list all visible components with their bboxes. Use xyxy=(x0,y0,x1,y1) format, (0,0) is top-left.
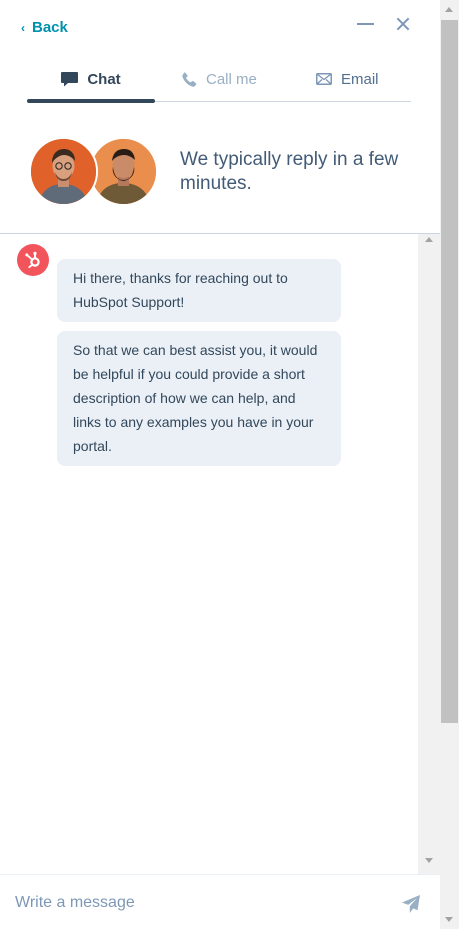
scrollbar-thumb[interactable] xyxy=(441,20,458,723)
agent-avatar xyxy=(29,137,98,206)
chevron-left-icon: ‹ xyxy=(21,20,25,35)
tab-email-label: Email xyxy=(341,70,379,88)
tab-bar: Chat Call me Email xyxy=(27,56,411,103)
tab-call-me-label: Call me xyxy=(206,70,257,88)
scroll-up-arrow-icon[interactable] xyxy=(425,237,433,242)
reply-time-text: We typically reply in a few minutes. xyxy=(180,149,399,194)
message-composer xyxy=(0,874,440,929)
tab-chat[interactable]: Chat xyxy=(27,56,155,102)
chat-bubble-icon xyxy=(61,71,79,87)
active-tab-indicator xyxy=(27,99,155,103)
send-icon[interactable] xyxy=(401,894,421,914)
back-button[interactable]: ‹ Back xyxy=(21,19,68,36)
message-bubble: Hi there, thanks for reaching out to Hub… xyxy=(57,259,341,322)
phone-icon xyxy=(182,71,197,87)
scroll-down-arrow-icon[interactable] xyxy=(445,917,453,922)
hubspot-logo-icon xyxy=(17,244,49,276)
chat-widget: ‹ Back Chat Call me Email We typically r… xyxy=(0,0,440,929)
back-label: Back xyxy=(32,19,68,36)
team-availability: We typically reply in a few minutes. xyxy=(29,137,429,207)
agent-avatar xyxy=(89,137,158,206)
page-scrollbar[interactable] xyxy=(440,0,459,929)
message-input[interactable] xyxy=(0,875,390,929)
message-scrollbar[interactable] xyxy=(418,234,440,874)
tab-call-me[interactable]: Call me xyxy=(182,56,257,102)
scroll-down-arrow-icon[interactable] xyxy=(425,858,433,863)
envelope-icon xyxy=(316,73,332,85)
close-button[interactable] xyxy=(391,12,415,36)
tab-email[interactable]: Email xyxy=(316,56,379,102)
scroll-up-arrow-icon[interactable] xyxy=(445,7,453,12)
minimize-button[interactable] xyxy=(354,12,378,36)
message-thread[interactable]: Hi there, thanks for reaching out to Hub… xyxy=(0,234,440,874)
message-bubble: So that we can best assist you, it would… xyxy=(57,331,341,466)
tab-chat-label: Chat xyxy=(87,70,121,88)
